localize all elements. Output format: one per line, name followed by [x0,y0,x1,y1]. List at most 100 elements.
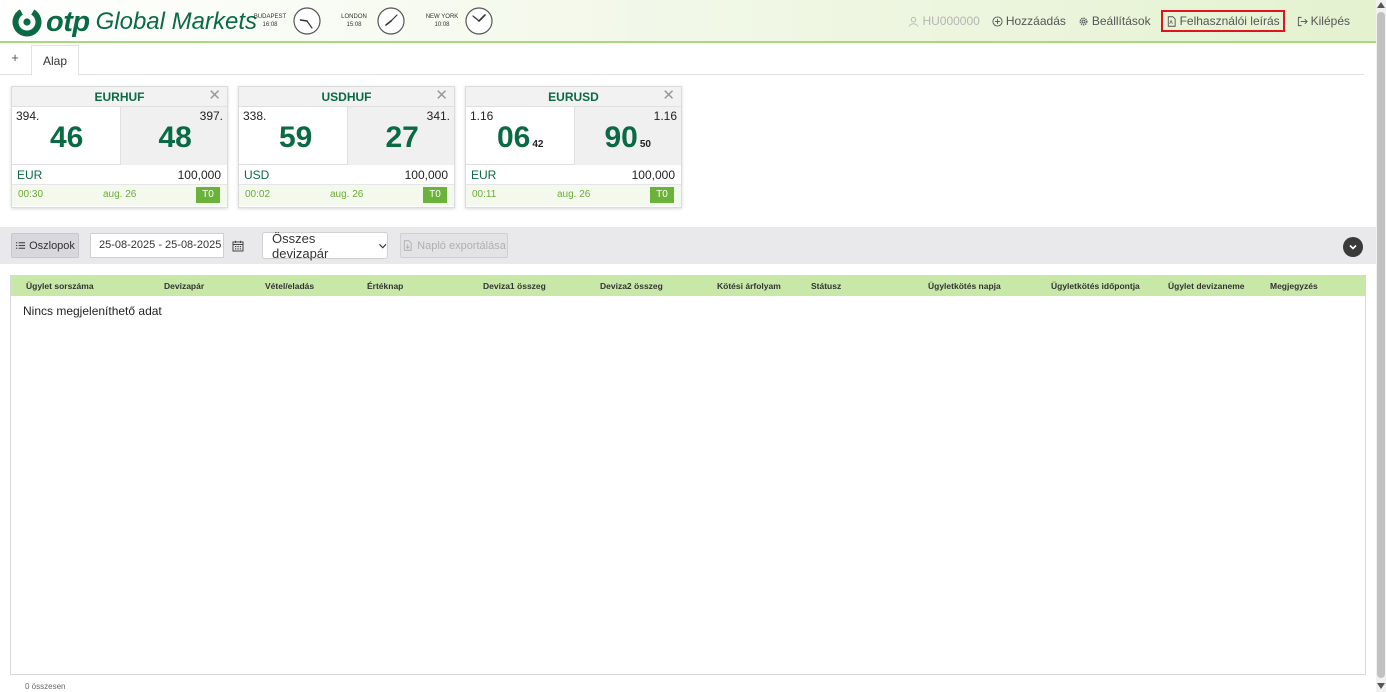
clock-budapest: BUDAPEST 16:08 [252,6,322,36]
gear-icon [1079,17,1088,25]
tile-prices: 338. 59 341. 27 [239,107,454,165]
calendar-button[interactable] [226,233,249,258]
tile-amount: 100,000 [404,168,448,182]
fx-tile-eurusd: EURUSD ✕ 1.16 06 42 1.16 90 50 EUR 100,000… [465,86,682,208]
tenor-badge[interactable]: T0 [650,187,674,203]
logo-global-markets-text: Global Markets [95,8,257,35]
tile-header: EURHUF ✕ [12,87,227,107]
tile-footer: 00:30 aug. 26 T0 [12,185,227,206]
tile-value-date: aug. 26 [330,189,364,200]
user-manual-label: Felhasználói leírás [1179,14,1280,28]
buy-price-prefix: 397. [199,109,223,123]
column-header-trade-time[interactable]: Ügyletkötés időpontja [1051,281,1140,291]
chevron-down-icon [1349,244,1357,250]
close-icon[interactable]: ✕ [208,88,221,104]
pdf-document-icon [1167,15,1176,27]
column-header-amount2[interactable]: Deviza2 összeg [600,281,663,291]
buy-price-pip: 50 [639,139,651,150]
sell-price-digits: 06 [497,121,531,154]
clock-city: NEW YORK [425,14,459,20]
column-header-status[interactable]: Státusz [811,281,841,291]
tab-alap[interactable]: Alap [31,45,79,76]
tile-pair-name: EURUSD [548,90,599,104]
clock-london: LONDON 15:08 [336,6,406,36]
settings-label: Beállítások [1091,14,1151,28]
tile-value-date: aug. 26 [557,189,591,200]
page-scrollbar[interactable] [1376,0,1386,692]
tile-currency: USD [244,168,270,182]
total-count: 0 összesen [25,682,66,691]
scroll-down-arrow-icon[interactable] [1377,683,1385,689]
buy-price-main: 27 [386,121,421,155]
scroll-up-arrow-icon[interactable] [1377,2,1385,8]
export-log-button[interactable]: Napló exportálása [400,233,508,258]
column-header-rate[interactable]: Kötési árfolyam [717,281,781,291]
clock-time: 16:08 [262,22,278,28]
sell-price-digits: 46 [50,121,84,154]
sell-price-main: 59 [279,121,314,155]
tile-amount-row[interactable]: EUR 100,000 [466,165,681,185]
top-nav: HU000000 Hozzáadás Beállítások Felhaszná… [896,10,1350,32]
sell-price-button[interactable]: 338. 59 [239,107,347,165]
tile-header: USDHUF ✕ [239,87,454,107]
buy-price-button[interactable]: 341. 27 [346,107,454,165]
clock-time: 10:08 [434,22,450,28]
otp-logo[interactable]: otp Global Markets [12,6,257,38]
tenor-badge[interactable]: T0 [196,187,220,203]
columns-button[interactable]: Oszlopok [11,233,79,258]
sell-price-digits: 59 [279,121,313,154]
column-header-deal-id[interactable]: Ügylet sorszáma [26,281,94,291]
currency-pair-select-value: Összes devizapár [272,230,329,261]
tile-pair-name: EURHUF [94,90,145,104]
column-header-value-date[interactable]: Értéknap [367,281,403,291]
clock-city: BUDAPEST [253,14,287,20]
sell-price-button[interactable]: 1.16 06 42 [466,107,574,165]
column-header-pair[interactable]: Devizapár [164,281,204,291]
column-header-amount1[interactable]: Deviza1 összeg [483,281,546,291]
sell-price-main: 46 [50,121,85,155]
add-tab-button[interactable]: + [8,50,22,65]
buy-price-digits: 90 [604,121,638,154]
column-header-trade-date[interactable]: Ügyletkötés napja [928,281,1001,291]
user-manual-link[interactable]: Felhasználói leírás [1160,10,1285,32]
otp-logo-icon [12,7,42,37]
logout-button[interactable]: Kilépés [1297,10,1350,32]
tile-footer: 00:02 aug. 26 T0 [239,185,454,206]
settings-button[interactable]: Beállítások [1078,10,1151,32]
column-header-buy-sell[interactable]: Vétel/eladás [265,281,314,291]
collapse-toggle-button[interactable] [1343,237,1363,257]
user-account[interactable]: HU000000 [908,10,980,32]
tab-bar: + Alap [0,43,1364,76]
buy-price-main: 90 50 [605,121,652,155]
tile-header: EURUSD ✕ [466,87,681,107]
tile-amount: 100,000 [631,168,675,182]
column-header-deal-currency[interactable]: Ügylet devizaneme [1168,281,1245,291]
tile-prices: 1.16 06 42 1.16 90 50 [466,107,681,165]
close-icon[interactable]: ✕ [662,88,675,104]
column-header-note[interactable]: Megjegyzés [1270,281,1318,291]
currency-pair-select[interactable]: Összes devizapár [262,230,388,261]
table-header: Ügylet sorszáma Devizapár Vétel/eladás É… [11,275,1366,296]
tile-time: 00:11 [472,189,497,200]
tenor-badge[interactable]: T0 [423,187,447,203]
empty-table-message: Nincs megjeleníthető adat [23,304,162,318]
scroll-thumb[interactable] [1377,12,1385,678]
tile-amount-row[interactable]: USD 100,000 [239,165,454,185]
buy-price-button[interactable]: 1.16 90 50 [573,107,681,165]
buy-price-prefix: 341. [426,109,450,123]
tile-amount-row[interactable]: EUR 100,000 [12,165,227,185]
chevron-down-icon [378,243,386,249]
buy-price-digits: 48 [158,121,192,154]
close-icon[interactable]: ✕ [435,88,448,104]
tile-pair-name: USDHUF [321,90,372,104]
date-range-input[interactable]: 25-08-2025 - 25-08-2025 [90,233,224,258]
sell-price-button[interactable]: 394. 46 [12,107,120,165]
plus-circle-icon [992,15,1003,27]
sell-price-prefix: 1.16 [470,109,494,123]
add-button[interactable]: Hozzáadás [992,10,1066,32]
user-icon [909,16,919,27]
trade-log-table: Ügylet sorszáma Devizapár Vétel/eladás É… [10,275,1366,675]
buy-price-button[interactable]: 397. 48 [119,107,227,165]
clock-city: LONDON [341,14,367,20]
logout-label: Kilépés [1310,14,1350,28]
